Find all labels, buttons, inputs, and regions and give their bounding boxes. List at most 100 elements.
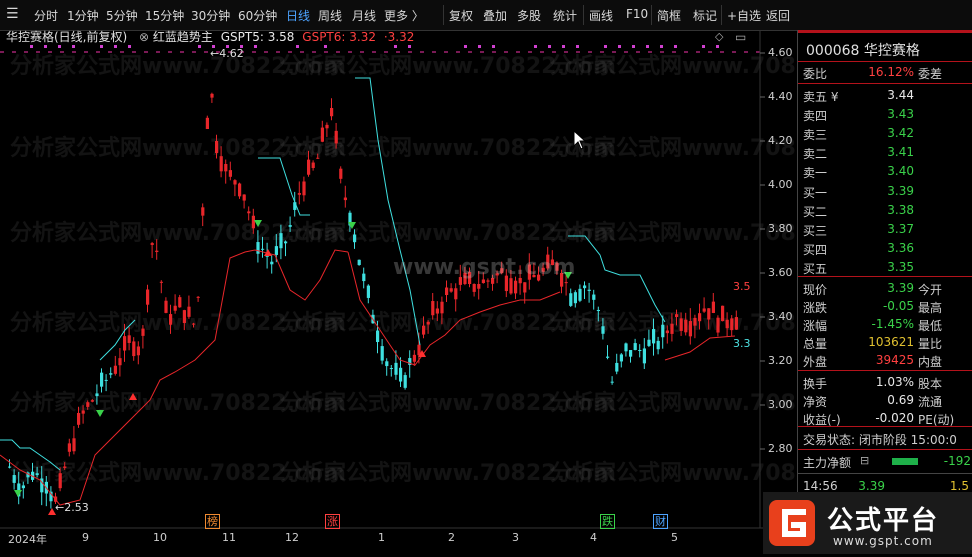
settings-icon[interactable]: ⊗	[139, 30, 149, 44]
candle-body	[274, 246, 278, 255]
candle-body	[412, 354, 416, 362]
candle-body	[707, 308, 711, 320]
toolbar-item[interactable]: 60分钟	[238, 7, 277, 24]
toolbar-item[interactable]: 15分钟	[145, 7, 184, 24]
toolbar-item[interactable]: 标记	[693, 7, 717, 24]
expand-icon[interactable]: ⊟	[860, 454, 869, 467]
candle-body	[486, 280, 490, 282]
chart-title: 华控赛格(日线,前复权)	[6, 30, 128, 44]
toolbar-item[interactable]: 多股	[517, 7, 541, 24]
candle-body	[201, 207, 205, 216]
candle-body	[35, 473, 39, 476]
candle-body	[633, 343, 637, 350]
candle-body	[366, 285, 370, 298]
ask-level[interactable]: 卖一 3.40	[798, 162, 972, 181]
toolbar-item[interactable]: 日线	[286, 7, 310, 24]
candle-body	[187, 306, 191, 317]
chart-title-bar: 华控赛格(日线,前复权) ⊗ 红蓝趋势主 GSPT5: 3.58 GSPT6: …	[6, 28, 414, 45]
signal-dot	[632, 45, 635, 48]
toolbar-separator	[651, 5, 652, 25]
resistance-line	[258, 157, 310, 216]
candle-body	[440, 301, 444, 314]
quote-stat-row: 现价 3.39 今开	[803, 281, 943, 297]
ask-level[interactable]: 卖四 3.43	[798, 105, 972, 124]
candle-body	[615, 362, 619, 372]
menu-icon[interactable]: ☰	[6, 6, 19, 22]
toolbar-item[interactable]: 30分钟	[191, 7, 230, 24]
toolbar-item[interactable]: 分时	[34, 7, 58, 24]
toolbar-item[interactable]: 更多 〉	[384, 7, 424, 24]
quote-stat-row: 总量 103621 量比	[803, 335, 943, 351]
minimize-icon[interactable]: ▭	[735, 30, 746, 44]
event-marker[interactable]: 涨	[325, 514, 340, 529]
candle-body	[320, 127, 324, 142]
quote-stat-row: 外盘 39425 内盘	[803, 353, 943, 369]
event-marker[interactable]: 跌	[600, 514, 615, 529]
candle-body	[136, 346, 140, 356]
time-tick-label: 9	[82, 531, 89, 544]
toolbar-item[interactable]: 周线	[318, 7, 342, 24]
ask-level[interactable]: 卖五 ¥3.44	[798, 86, 972, 105]
toolbar-item[interactable]: 1分钟	[67, 7, 99, 24]
candle-body	[141, 328, 145, 336]
toolbar-item[interactable]: 5分钟	[106, 7, 138, 24]
candle-body	[394, 362, 398, 375]
toolbar-item[interactable]: 画线	[589, 7, 613, 24]
collapse-icon[interactable]: ◇	[715, 30, 723, 43]
kline-chart[interactable]: 分析家公式网www.70822.com分析家公式网www.70822.com分析…	[0, 30, 797, 546]
price-tick-label: 3.00	[768, 398, 793, 411]
event-marker[interactable]: 财	[653, 514, 668, 529]
candle-body	[279, 233, 283, 249]
indicator-name[interactable]: 红蓝趋势主	[153, 30, 213, 44]
toolbar-item[interactable]: 返回	[766, 7, 790, 24]
ask-level[interactable]: 卖二 3.41	[798, 143, 972, 162]
candle-body	[675, 314, 679, 317]
toolbar-item[interactable]: 叠加	[483, 7, 507, 24]
candle-body	[592, 294, 596, 300]
candle-body	[100, 372, 104, 387]
candle-body	[679, 318, 683, 331]
bid-level[interactable]: 买二 3.38	[798, 201, 972, 220]
period-toolbar: ☰ 分时 1分钟 5分钟 15分钟 30分钟 60分钟 日线 周线 月线 更多 〉 复权 叠加 多股 统计…	[0, 0, 972, 31]
candle-body	[610, 381, 614, 383]
toolbar-item[interactable]: 简框	[657, 7, 681, 24]
price-tick-label: 3.20	[768, 354, 793, 367]
candle-body	[210, 93, 214, 98]
bid-level[interactable]: 买五 3.35	[798, 258, 972, 277]
candle-body	[251, 215, 255, 229]
candle-body	[247, 211, 251, 214]
candle-body	[656, 340, 660, 350]
candle-body	[449, 288, 453, 292]
ask-level[interactable]: 卖三 3.42	[798, 124, 972, 143]
quote-stat-row: 换手 1.03% 股本	[803, 375, 943, 391]
toolbar-item[interactable]: F10	[626, 7, 648, 21]
toolbar-item[interactable]: 统计	[553, 7, 577, 24]
right-label-up: 3.5	[733, 280, 751, 293]
bid-level[interactable]: 买四 3.36	[798, 239, 972, 258]
signal-dot	[324, 45, 327, 48]
candle-body	[63, 466, 67, 468]
signal-dot	[464, 45, 467, 48]
time-tick-label: 1	[378, 531, 385, 544]
candle-body	[21, 485, 25, 489]
candle-body	[330, 108, 334, 117]
bid-level[interactable]: 买三 3.37	[798, 220, 972, 239]
toolbar-item[interactable]: 复权	[449, 7, 473, 24]
candle-body	[8, 466, 12, 468]
candle-body	[339, 168, 343, 179]
bid-level[interactable]: 买一 3.39	[798, 182, 972, 201]
price-tick-label: 4.20	[768, 134, 793, 147]
candle-body	[426, 321, 430, 325]
candle-body	[730, 318, 734, 331]
time-tick-label: 5	[671, 531, 678, 544]
candle-body	[399, 367, 403, 382]
toolbar-item[interactable]: 月线	[352, 7, 376, 24]
candle-body	[146, 289, 150, 305]
right-label-dn: 3.3	[733, 337, 751, 350]
candle-body	[182, 310, 186, 323]
toolbar-item[interactable]: +自选	[727, 7, 761, 24]
signal-dot	[408, 45, 411, 48]
event-marker[interactable]: 榜	[205, 514, 220, 529]
candle-body	[477, 284, 481, 289]
candle-body	[472, 284, 476, 292]
